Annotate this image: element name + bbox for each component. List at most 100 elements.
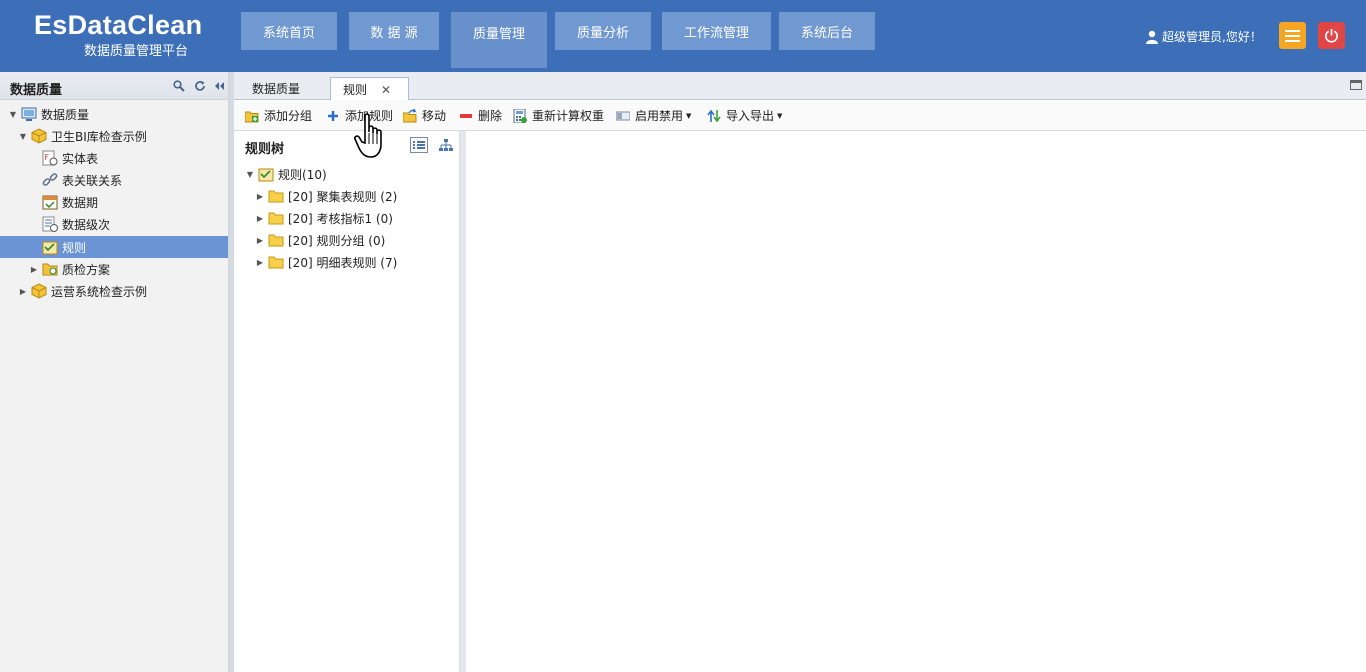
user-info[interactable]: 超级管理员,您好！ xyxy=(1146,28,1262,45)
logout-button[interactable] xyxy=(1318,22,1345,49)
plus-icon xyxy=(328,110,338,121)
expand-arrow-icon[interactable]: ▶ xyxy=(255,191,265,201)
toolbar-label: 启用禁用 xyxy=(635,109,684,123)
import-export-button[interactable]: 导入导出 ▼ xyxy=(707,107,782,124)
logo: EsDataClean 数据质量管理平台 xyxy=(34,10,203,59)
tree-node-data-quality[interactable]: ▼ 数据质量 xyxy=(0,103,228,125)
dropdown-caret-icon: ▼ xyxy=(777,111,783,120)
org-tree-icon[interactable] xyxy=(437,138,455,154)
tree-node-label: 数据期 xyxy=(62,195,99,210)
app-subtitle: 数据质量管理平台 xyxy=(84,44,189,59)
expand-arrow-icon[interactable]: ▼ xyxy=(18,131,28,141)
tree-node-table-relation[interactable]: 表关联关系 xyxy=(0,169,228,191)
tree-node-entity-table[interactable]: F 实体表 xyxy=(0,147,228,169)
hamburger-icon xyxy=(1285,29,1300,42)
rule-group-item[interactable]: ▶ [20] 聚集表规则 (2) xyxy=(255,185,397,207)
expand-arrow-icon[interactable]: ▶ xyxy=(29,264,39,274)
monitor-icon xyxy=(21,107,37,121)
rule-group-label: [20] 考核指标1 (0) xyxy=(288,211,393,226)
tab-bar: 数据质量 规则 ✕ xyxy=(234,72,1366,101)
rule-tree-root[interactable]: ▼ 规则(10) xyxy=(245,163,327,185)
left-panel-header: 数据质量 xyxy=(0,72,228,100)
toolbar-label: 移动 xyxy=(422,109,447,123)
level-icon xyxy=(42,216,58,232)
rule-group-label: [20] 明细表规则 (7) xyxy=(288,255,398,270)
plan-icon xyxy=(42,263,58,276)
nav-quality-management[interactable]: 质量管理 xyxy=(451,12,547,68)
app-title: EsDataClean xyxy=(34,10,203,40)
dropdown-caret-icon: ▼ xyxy=(686,111,692,120)
link-icon xyxy=(42,173,58,186)
list-view-icon[interactable] xyxy=(410,137,428,153)
delete-button[interactable]: 删除 xyxy=(459,107,502,124)
expand-arrow-icon[interactable]: ▶ xyxy=(18,286,28,296)
left-panel-title: 数据质量 xyxy=(10,83,63,98)
expand-arrow-icon[interactable]: ▶ xyxy=(255,235,265,245)
expand-arrow-icon[interactable]: ▼ xyxy=(245,169,255,179)
rule-tree-panel: 规则树 ▼ 规则(10) ▶ [20] 聚集表规则 (2) ▶ [20] 考核指… xyxy=(234,131,460,672)
refresh-icon[interactable] xyxy=(194,80,206,92)
collapse-panel-icon[interactable] xyxy=(213,80,225,92)
folder-icon xyxy=(268,256,284,269)
maximize-icon[interactable] xyxy=(1350,80,1362,90)
nav-datasource[interactable]: 数 据 源 xyxy=(349,12,439,50)
folder-icon xyxy=(268,190,284,203)
toggle-icon xyxy=(616,111,630,120)
power-icon xyxy=(1325,28,1338,43)
tree-node-label: 数据级次 xyxy=(62,217,111,232)
user-greeting: 超级管理员,您好！ xyxy=(1162,30,1262,44)
expand-arrow-icon[interactable]: ▶ xyxy=(255,213,265,223)
move-folder-icon xyxy=(403,108,417,122)
nav-workflow[interactable]: 工作流管理 xyxy=(662,12,771,50)
svg-text:F: F xyxy=(45,153,50,162)
calendar-icon xyxy=(42,195,58,210)
folder-icon xyxy=(268,234,284,247)
tree-node-label: 质检方案 xyxy=(62,262,111,277)
nav-admin[interactable]: 系统后台 xyxy=(779,12,875,50)
add-rule-button[interactable]: 添加规则 xyxy=(326,107,393,124)
tree-node-ops-system[interactable]: ▶ 运营系统检查示例 xyxy=(0,280,228,302)
search-icon[interactable] xyxy=(173,80,185,92)
tree-node-data-level[interactable]: 数据级次 xyxy=(0,213,228,235)
import-export-icon xyxy=(707,109,721,122)
main-area: 数据质量 规则 ✕ 添加分组 添加规则 移动 删除 重新计算权重 启用禁用 ▼ … xyxy=(234,72,1366,672)
cube-icon xyxy=(31,283,47,299)
rule-group-label: [20] 聚集表规则 (2) xyxy=(288,189,398,204)
add-group-button[interactable]: 添加分组 xyxy=(245,107,312,124)
minus-icon xyxy=(460,113,472,118)
menu-button[interactable] xyxy=(1279,22,1306,49)
nav-quality-analysis[interactable]: 质量分析 xyxy=(555,12,651,50)
rule-group-item[interactable]: ▶ [20] 规则分组 (0) xyxy=(255,229,385,251)
tree-node-qc-plan[interactable]: ▶ 质检方案 xyxy=(0,258,228,280)
tree-node-data-period[interactable]: 数据期 xyxy=(0,191,228,213)
entity-table-icon: F xyxy=(42,150,58,166)
tab-label: 规则 xyxy=(343,83,368,97)
tab-data-quality[interactable]: 数据质量 xyxy=(240,77,312,100)
rule-tree-title: 规则树 xyxy=(245,142,285,157)
toolbar-label: 重新计算权重 xyxy=(532,109,605,123)
close-icon[interactable]: ✕ xyxy=(381,83,391,97)
expand-arrow-icon[interactable]: ▶ xyxy=(255,257,265,267)
tree-node-health-bi[interactable]: ▼ 卫生BI库检查示例 xyxy=(0,125,228,147)
tree-node-label: 运营系统检查示例 xyxy=(51,284,148,299)
add-folder-icon xyxy=(245,111,259,122)
rule-panel-splitter[interactable] xyxy=(460,131,466,672)
enable-disable-button[interactable]: 启用禁用 ▼ xyxy=(616,107,691,124)
rule-group-item[interactable]: ▶ [20] 考核指标1 (0) xyxy=(255,207,393,229)
toolbar-label: 添加规则 xyxy=(345,109,394,123)
tab-rules[interactable]: 规则 ✕ xyxy=(330,77,409,101)
cube-icon xyxy=(31,128,47,144)
rule-icon xyxy=(258,168,274,182)
calculator-icon xyxy=(513,108,527,123)
rule-tree-root-label: 规则(10) xyxy=(278,167,327,182)
tree-node-rules[interactable]: 规则 xyxy=(0,236,228,258)
tree-node-label: 规则 xyxy=(62,240,87,255)
recalc-weight-button[interactable]: 重新计算权重 xyxy=(513,107,604,124)
tree-node-label: 表关联关系 xyxy=(62,173,123,188)
move-button[interactable]: 移动 xyxy=(403,107,446,124)
rule-group-item[interactable]: ▶ [20] 明细表规则 (7) xyxy=(255,251,397,273)
app-header: EsDataClean 数据质量管理平台 系统首页 数 据 源 质量管理 质量分… xyxy=(0,0,1366,72)
expand-arrow-icon[interactable]: ▼ xyxy=(8,109,18,119)
left-panel: 数据质量 ▼ 数据质量 ▼ 卫生BI库检查示例 F 实体表 表关联关系 数据期 … xyxy=(0,72,229,672)
nav-home[interactable]: 系统首页 xyxy=(241,12,337,50)
